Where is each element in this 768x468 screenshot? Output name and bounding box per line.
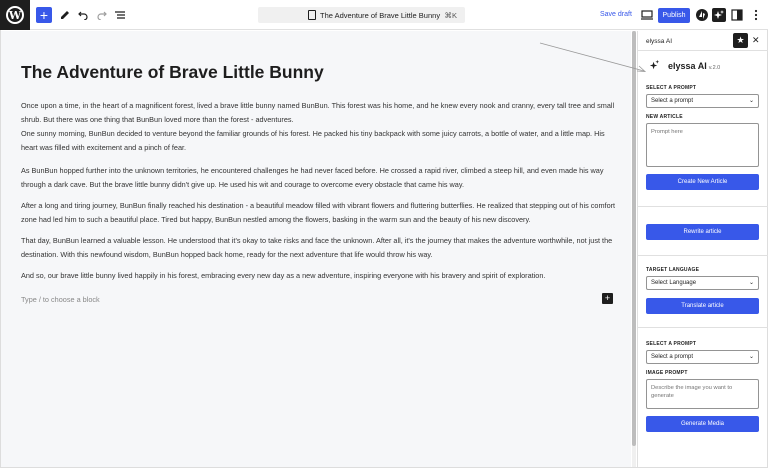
image-prompt-select-value: Select a prompt — [651, 354, 694, 360]
chevron-down-icon: ⌄ — [748, 98, 754, 104]
more-options-icon[interactable] — [749, 8, 763, 22]
document-icon — [308, 10, 316, 20]
settings-sidebar-icon[interactable] — [730, 8, 744, 22]
jetpack-icon[interactable] — [695, 8, 709, 22]
plugin-sparkle-icon — [648, 59, 661, 75]
elyssa-ai-sidebar: elyssa AI ★ ✕ elyssa AI v.2.0 SELECT A PR… — [637, 31, 768, 467]
paragraph-block[interactable]: Once upon a time, in the heart of a magn… — [21, 99, 616, 127]
wordpress-logo-icon: W — [6, 6, 24, 24]
publish-button[interactable]: Publish — [658, 8, 690, 23]
save-draft-button[interactable]: Save draft — [600, 11, 632, 18]
wordpress-logo-button[interactable]: W — [0, 0, 30, 30]
paragraph-block[interactable]: After a long and tiring journey, BunBun … — [21, 199, 616, 227]
editor-scrollbar-thumb[interactable] — [632, 31, 636, 446]
paragraph-block[interactable]: One sunny morning, BunBun decided to ven… — [21, 127, 616, 155]
new-article-textarea[interactable]: Prompt here — [646, 123, 759, 167]
close-icon[interactable]: ✕ — [752, 35, 760, 46]
image-prompt-select[interactable]: Select a prompt ⌄ — [646, 350, 759, 364]
add-block-button[interactable]: + — [36, 7, 52, 23]
shortcut-hint: ⌘K — [444, 11, 457, 20]
elyssa-ai-sparkle-icon[interactable] — [712, 8, 726, 22]
document-title: The Adventure of Brave Little Bunny — [320, 11, 441, 20]
divider — [638, 255, 768, 256]
tools-pen-icon[interactable] — [57, 7, 73, 23]
star-icon[interactable]: ★ — [733, 33, 748, 48]
translate-article-button[interactable]: Translate article — [646, 298, 759, 314]
plugin-name: elyssa AI v.2.0 — [668, 61, 720, 71]
language-select[interactable]: Select Language ⌄ — [646, 276, 759, 290]
chevron-down-icon: ⌄ — [748, 280, 754, 286]
rewrite-article-button[interactable]: Rewrite article — [646, 224, 759, 240]
create-article-button[interactable]: Create New Article — [646, 174, 759, 190]
divider — [638, 206, 768, 207]
post-title[interactable]: The Adventure of Brave Little Bunny — [21, 62, 324, 83]
preview-desktop-icon[interactable] — [640, 8, 654, 22]
image-prompt-textarea[interactable]: Describe the image you want to generate — [646, 379, 759, 409]
language-select-value: Select Language — [651, 280, 697, 286]
editor-toolbar: W + The Adventure of Brave Little Bunny … — [0, 0, 768, 30]
plugin-version: v.2.0 — [708, 65, 721, 71]
undo-icon[interactable] — [75, 7, 91, 23]
image-prompt-label: IMAGE PROMPT — [646, 370, 688, 376]
callout-arrow — [539, 42, 647, 72]
plugin-name-text: elyssa AI — [668, 61, 707, 71]
paragraph-block[interactable]: That day, BunBun learned a valuable less… — [21, 234, 616, 262]
block-placeholder[interactable]: Type / to choose a block — [21, 295, 100, 304]
inline-add-block-button[interactable]: + — [602, 293, 613, 304]
chevron-down-icon: ⌄ — [748, 354, 754, 360]
command-palette-bar[interactable]: The Adventure of Brave Little Bunny ⌘K — [258, 7, 465, 23]
editor-canvas[interactable]: The Adventure of Brave Little Bunny Once… — [1, 31, 631, 467]
paragraph-block[interactable]: And so, our brave little bunny lived hap… — [21, 269, 616, 283]
new-article-label: NEW ARTICLE — [646, 114, 683, 120]
image-select-prompt-label: SELECT A PROMPT — [646, 341, 697, 347]
target-language-label: TARGET LANGUAGE — [646, 267, 700, 273]
divider — [638, 327, 768, 328]
document-overview-icon[interactable] — [112, 7, 128, 23]
generate-media-button[interactable]: Generate Media — [646, 416, 759, 432]
sidebar-title: elyssa AI — [646, 38, 673, 45]
select-prompt-label: SELECT A PROMPT — [646, 85, 697, 91]
paragraph-block[interactable]: As BunBun hopped further into the unknow… — [21, 164, 616, 192]
redo-icon[interactable] — [94, 7, 110, 23]
prompt-select-value: Select a prompt — [651, 98, 694, 104]
sidebar-header: elyssa AI ★ ✕ — [638, 31, 768, 51]
prompt-select[interactable]: Select a prompt ⌄ — [646, 94, 759, 108]
